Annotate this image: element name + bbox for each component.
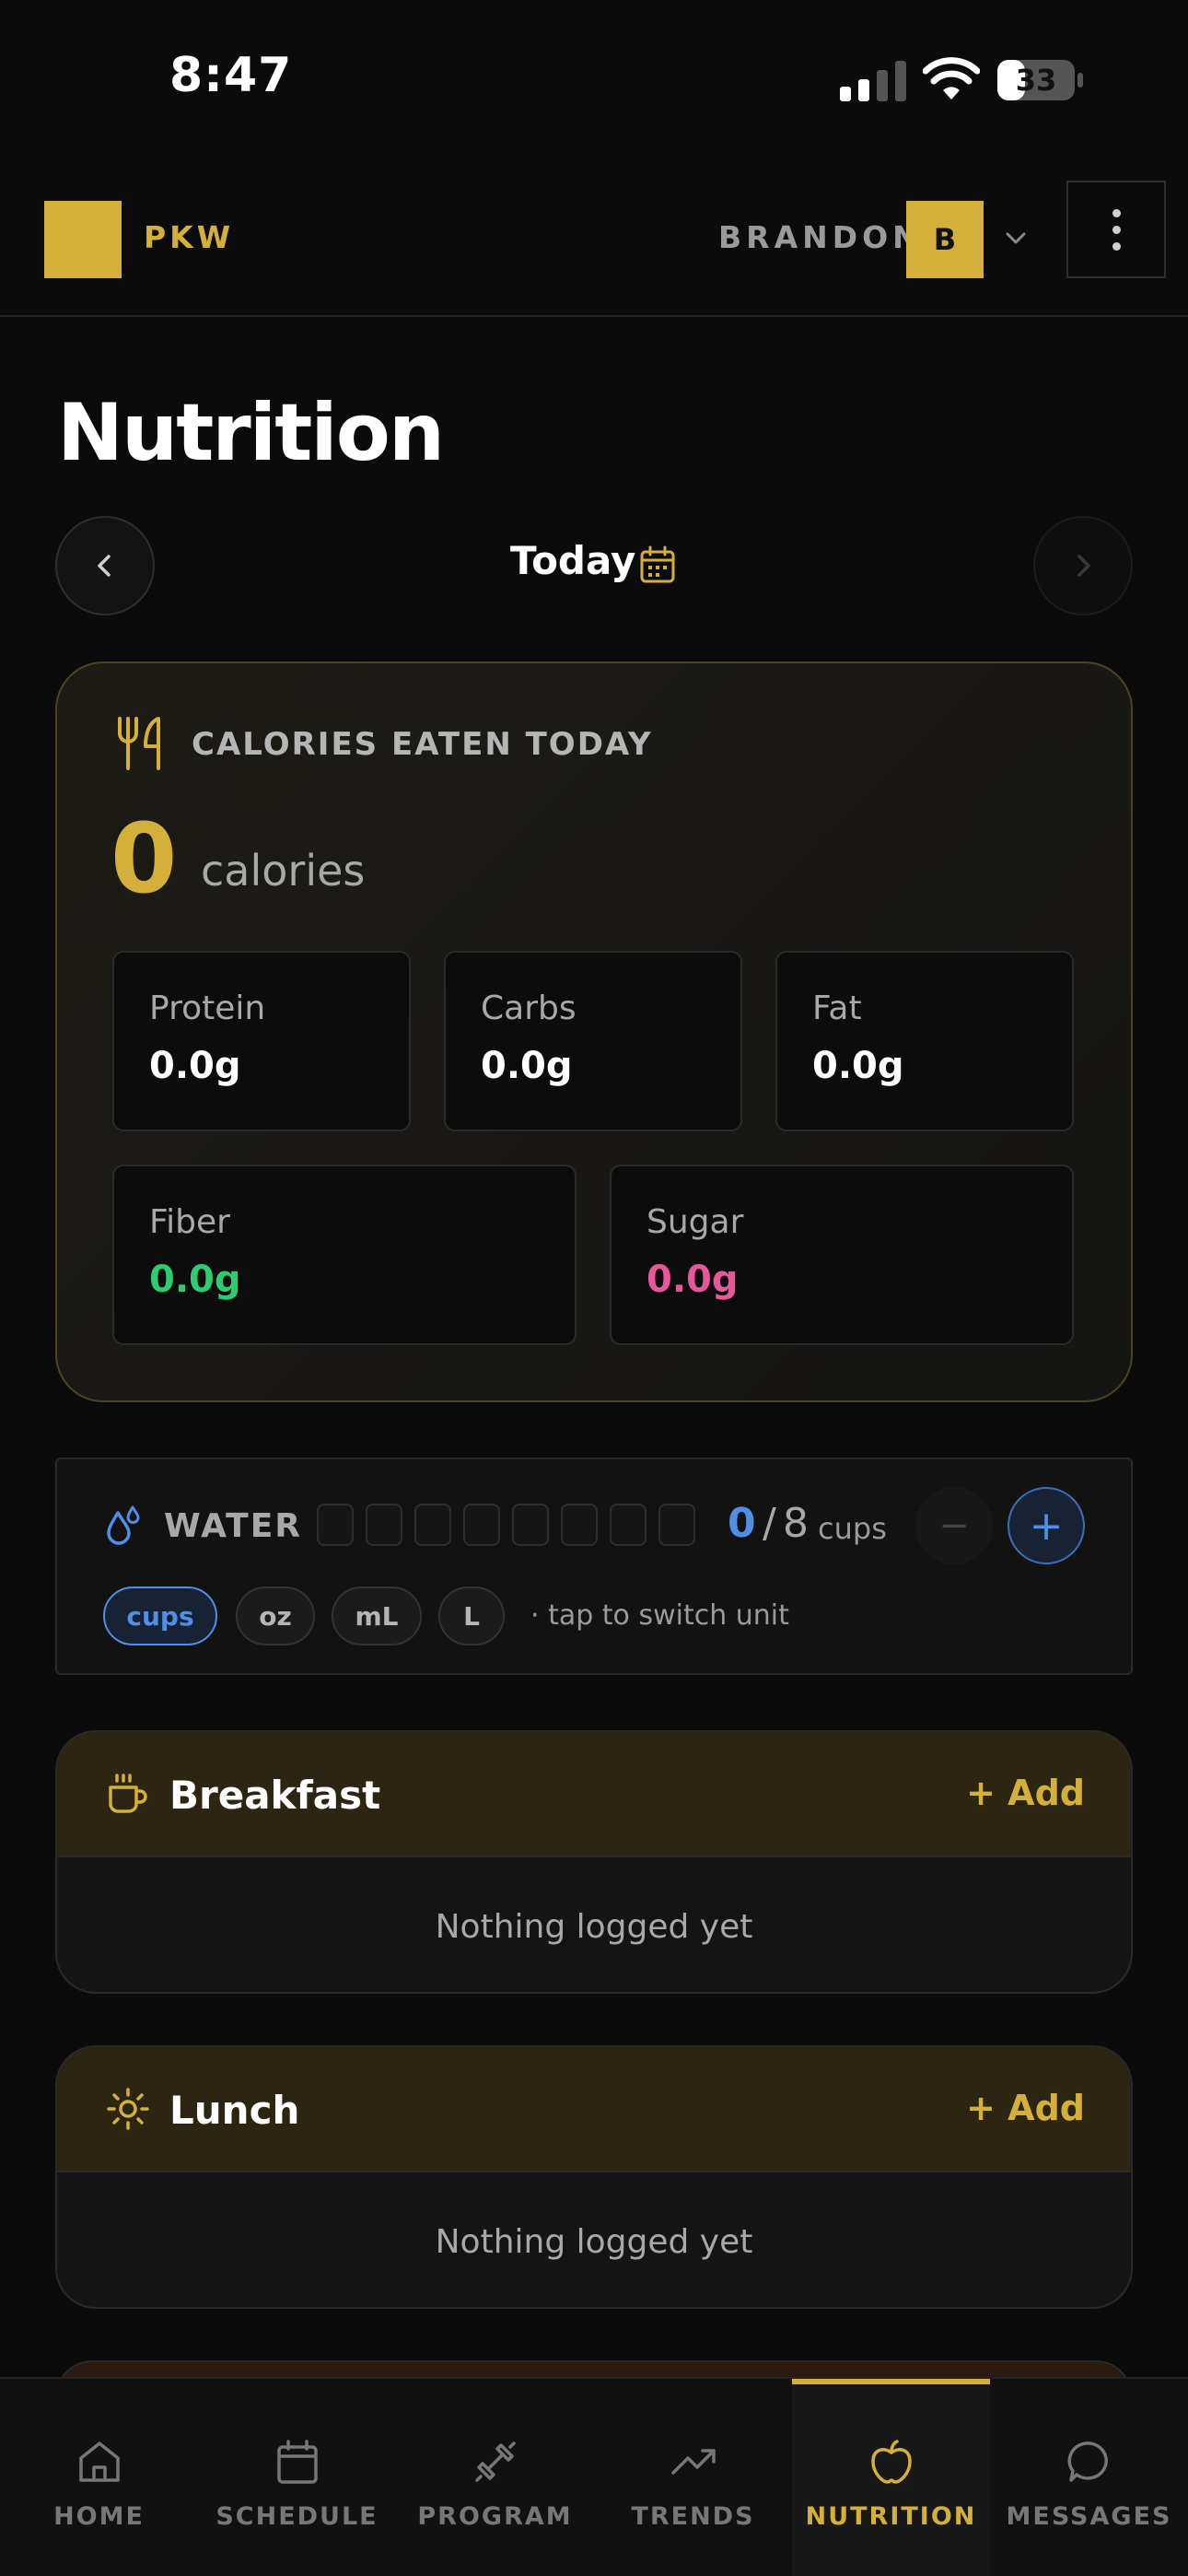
nav-nutrition[interactable]: NUTRITION bbox=[792, 2379, 990, 2576]
macro-fat: Fat 0.0g bbox=[775, 951, 1074, 1131]
macro-value: 0.0g bbox=[481, 1045, 573, 1087]
bottom-nav: HOME SCHEDULE PROGRAM TRENDS NUTRITION M… bbox=[0, 2377, 1188, 2576]
battery-level: 33 bbox=[1015, 63, 1057, 98]
macro-value: 0.0g bbox=[812, 1045, 904, 1087]
water-cup-slot[interactable] bbox=[463, 1504, 500, 1546]
chevron-left-icon bbox=[98, 555, 111, 577]
meal-title: Breakfast bbox=[169, 1773, 381, 1818]
macro-label: Fat bbox=[812, 989, 862, 1027]
water-separator: / bbox=[763, 1500, 776, 1547]
macro-label: Sugar bbox=[646, 1203, 744, 1241]
calendar-icon[interactable] bbox=[639, 545, 676, 584]
nav-label: TRENDS bbox=[631, 2502, 755, 2531]
user-name[interactable]: BRANDON bbox=[718, 219, 923, 255]
macro-carbs: Carbs 0.0g bbox=[444, 951, 742, 1131]
nav-schedule[interactable]: SCHEDULE bbox=[198, 2379, 396, 2576]
chevron-down-icon[interactable] bbox=[1002, 225, 1030, 252]
more-dot-icon bbox=[1112, 241, 1121, 251]
unit-l-button[interactable]: L bbox=[438, 1587, 505, 1645]
dumbbell-icon bbox=[475, 2441, 516, 2482]
macro-label: Protein bbox=[149, 989, 266, 1027]
water-label: WATER bbox=[164, 1507, 303, 1545]
macro-sugar: Sugar 0.0g bbox=[610, 1165, 1074, 1345]
add-breakfast-button[interactable]: + Add bbox=[966, 1773, 1085, 1813]
meal-title: Lunch bbox=[169, 2088, 300, 2133]
meal-card-breakfast: Breakfast + Add Nothing logged yet bbox=[55, 1730, 1133, 1994]
meal-header: Breakfast + Add bbox=[57, 1732, 1131, 1857]
macro-protein: Protein 0.0g bbox=[112, 951, 411, 1131]
calendar-icon bbox=[277, 2440, 318, 2484]
date-label[interactable]: Today bbox=[510, 538, 635, 583]
utensils-icon bbox=[118, 717, 160, 770]
sun-icon bbox=[107, 2088, 149, 2130]
macro-value: 0.0g bbox=[646, 1259, 739, 1301]
more-dot-icon bbox=[1112, 208, 1121, 217]
meal-empty-state: Nothing logged yet bbox=[435, 1907, 753, 1946]
water-count: 0 bbox=[728, 1500, 756, 1547]
water-increment-button[interactable]: + bbox=[1007, 1487, 1085, 1564]
meal-card-lunch: Lunch + Add Nothing logged yet bbox=[55, 2045, 1133, 2309]
calories-heading: CALORIES EATEN TODAY bbox=[192, 726, 653, 763]
nav-label: NUTRITION bbox=[805, 2502, 977, 2531]
nav-program[interactable]: PROGRAM bbox=[396, 2379, 594, 2576]
water-cup-slot[interactable] bbox=[561, 1504, 598, 1546]
nav-label: PROGRAM bbox=[417, 2502, 573, 2531]
water-unit-label: cups bbox=[818, 1511, 887, 1546]
coffee-cup-icon bbox=[109, 1774, 147, 1813]
unit-cups-button[interactable]: cups bbox=[103, 1587, 217, 1645]
meal-header: Lunch + Add bbox=[57, 2047, 1131, 2172]
nav-label: MESSAGES bbox=[1006, 2502, 1172, 2531]
apple-icon bbox=[871, 2440, 912, 2484]
brand-name[interactable]: PKW bbox=[144, 219, 234, 255]
macro-value: 0.0g bbox=[149, 1259, 241, 1301]
unit-ml-button[interactable]: mL bbox=[332, 1587, 422, 1645]
water-cup-slot[interactable] bbox=[610, 1504, 646, 1546]
nav-messages[interactable]: MESSAGES bbox=[990, 2379, 1188, 2576]
calories-unit: calories bbox=[201, 846, 366, 896]
water-drop-icon bbox=[107, 1505, 140, 1545]
unit-oz-button[interactable]: oz bbox=[236, 1587, 315, 1645]
water-cup-slot[interactable] bbox=[317, 1504, 354, 1546]
macro-label: Carbs bbox=[481, 989, 577, 1027]
macro-label: Fiber bbox=[149, 1203, 230, 1241]
meal-empty-state: Nothing logged yet bbox=[435, 2222, 753, 2261]
nav-home[interactable]: HOME bbox=[0, 2379, 198, 2576]
water-cup-slot[interactable] bbox=[366, 1504, 402, 1546]
nav-label: SCHEDULE bbox=[215, 2502, 379, 2531]
nav-trends[interactable]: TRENDS bbox=[594, 2379, 792, 2576]
header-divider bbox=[0, 315, 1188, 317]
next-day-button[interactable] bbox=[1033, 516, 1133, 615]
home-icon bbox=[79, 2441, 120, 2482]
trend-icon bbox=[671, 2449, 716, 2475]
chat-icon bbox=[1067, 2441, 1108, 2482]
water-cup-slot[interactable] bbox=[512, 1504, 549, 1546]
water-decrement-button[interactable]: − bbox=[915, 1487, 993, 1564]
cellular-signal-icon bbox=[840, 61, 906, 101]
nav-label: HOME bbox=[53, 2502, 145, 2531]
water-cup-slot[interactable] bbox=[658, 1504, 695, 1546]
previous-day-button[interactable] bbox=[55, 516, 155, 615]
page-title: Nutrition bbox=[57, 387, 445, 479]
brand-logo[interactable] bbox=[44, 201, 122, 278]
avatar[interactable]: B bbox=[906, 201, 984, 278]
water-cup-slot[interactable] bbox=[414, 1504, 451, 1546]
water-goal: 8 bbox=[783, 1500, 809, 1547]
battery-icon: 33 bbox=[996, 59, 1085, 101]
macro-value: 0.0g bbox=[149, 1045, 241, 1087]
add-lunch-button[interactable]: + Add bbox=[966, 2088, 1085, 2128]
calories-value: 0 bbox=[111, 802, 178, 915]
macro-fiber: Fiber 0.0g bbox=[112, 1165, 577, 1345]
more-dot-icon bbox=[1112, 225, 1121, 234]
unit-hint: · tap to switch unit bbox=[530, 1599, 789, 1632]
wifi-icon bbox=[923, 57, 980, 100]
chevron-right-icon bbox=[1077, 555, 1090, 577]
status-time: 8:47 bbox=[169, 48, 293, 103]
more-menu-button[interactable] bbox=[1066, 181, 1166, 278]
